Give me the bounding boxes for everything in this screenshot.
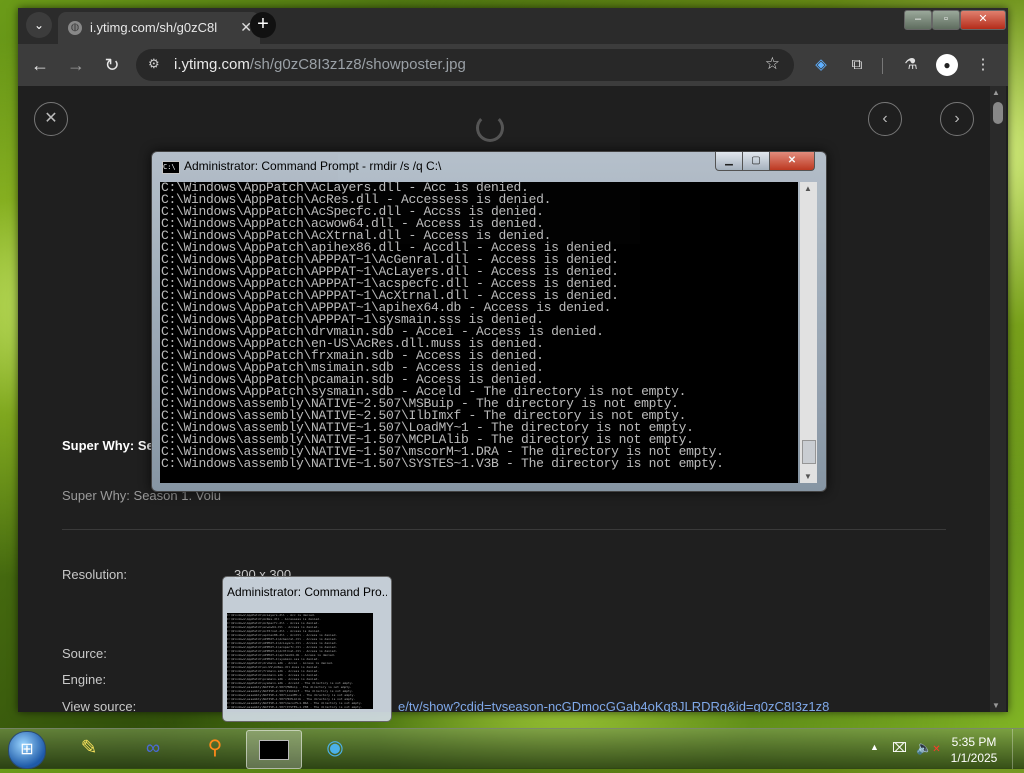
divider bbox=[62, 529, 946, 530]
forward-arrow-icon[interactable]: → bbox=[64, 53, 88, 77]
toolbar-separator bbox=[882, 58, 883, 74]
scroll-up-icon[interactable]: ▲ bbox=[804, 184, 812, 193]
view-source-link[interactable]: e/tv/show?cdid=tvseason-ncGDmocGGab4oKq8… bbox=[398, 699, 829, 712]
tab-search-chevron-icon[interactable]: ⌄ bbox=[26, 12, 52, 38]
cmd-close-button[interactable]: ✕ bbox=[769, 152, 815, 171]
cmd-scroll-thumb[interactable] bbox=[802, 440, 816, 464]
tab-title: i.ytimg.com/sh/g0zC8l bbox=[90, 20, 218, 35]
close-window-button[interactable]: ✕ bbox=[960, 10, 1006, 30]
show-desktop-button[interactable] bbox=[1012, 729, 1024, 769]
preview-thumbnail[interactable]: C:\Windows\AppPatch\AcLayers.dll - Acc i… bbox=[227, 613, 373, 709]
cmd-title: Administrator: Command Prompt - rmdir /s… bbox=[184, 159, 442, 173]
tray-overflow-arrow-icon[interactable]: ▲ bbox=[870, 742, 879, 752]
previous-chevron-icon[interactable]: ‹ bbox=[868, 102, 902, 136]
infinity-app-icon[interactable]: ∞ bbox=[126, 730, 180, 767]
loading-spinner-icon bbox=[476, 114, 504, 142]
browser-app-icon[interactable]: ◉ bbox=[308, 730, 362, 767]
profile-avatar-icon[interactable]: ● bbox=[936, 54, 958, 76]
resolution-label: Resolution: bbox=[62, 567, 128, 582]
engine-label: Engine: bbox=[62, 672, 107, 687]
new-tab-button[interactable]: + bbox=[250, 12, 276, 38]
taskbar: ⊞ ✎ ∞ ⚲ ◉ ▲ ⌧ 🔈✕ 5:35 PM 1/1/2025 bbox=[0, 728, 1024, 769]
scroll-down-icon[interactable]: ▼ bbox=[992, 701, 1000, 710]
browser-tab[interactable]: ◍ i.ytimg.com/sh/g0zC8l ✕ bbox=[58, 12, 260, 44]
maximize-button[interactable]: ▫ bbox=[932, 10, 960, 30]
cmd-console-output[interactable]: C:\Windows\AppPatch\AcLayers.dll - Acc i… bbox=[160, 182, 798, 483]
page-scrollbar[interactable]: ▲ ▼ bbox=[990, 86, 1006, 712]
cmd-icon[interactable]: C:\ bbox=[162, 161, 180, 174]
clock-time[interactable]: 5:35 PM bbox=[948, 735, 1000, 749]
notepad-app-icon[interactable]: ✎ bbox=[62, 730, 116, 767]
url-host: i.ytimg.com bbox=[174, 56, 250, 73]
cmd-minimize-button[interactable]: ▁ bbox=[715, 152, 743, 171]
windows-start-icon[interactable]: ⊞ bbox=[8, 731, 46, 769]
cmd-scrollbar[interactable]: ▲ ▼ bbox=[800, 182, 817, 483]
browser-toolbar: ← → ↻ ⚙ i.ytimg.com/sh/g0zC8I3z1z8/showp… bbox=[18, 44, 1008, 86]
volume-muted-icon[interactable]: 🔈✕ bbox=[916, 740, 941, 756]
address-bar[interactable]: ⚙ i.ytimg.com/sh/g0zC8I3z1z8/showposter.… bbox=[136, 49, 794, 81]
mute-x-icon: ✕ bbox=[932, 744, 941, 755]
network-icon[interactable]: ⌧ bbox=[892, 740, 907, 756]
cmd-maximize-button[interactable]: ▢ bbox=[742, 152, 770, 171]
url-text[interactable]: i.ytimg.com/sh/g0zC8I3z1z8/showposter.jp… bbox=[174, 56, 466, 73]
site-info-icon[interactable]: ⚙ bbox=[148, 56, 160, 72]
globe-icon: ◍ bbox=[68, 21, 82, 35]
next-chevron-icon[interactable]: › bbox=[940, 102, 974, 136]
taskbar-thumbnail-preview[interactable]: Administrator: Command Pro... C:\Windows… bbox=[222, 576, 392, 722]
clock-date[interactable]: 1/1/2025 bbox=[948, 751, 1000, 765]
scroll-down-icon[interactable]: ▼ bbox=[804, 472, 812, 481]
back-arrow-icon[interactable]: ← bbox=[28, 53, 52, 77]
url-path: /sh/g0zC8I3z1z8/showposter.jpg bbox=[249, 56, 466, 73]
scroll-thumb[interactable] bbox=[993, 102, 1003, 124]
labs-flask-icon[interactable]: ⚗ bbox=[900, 54, 922, 76]
scroll-up-icon[interactable]: ▲ bbox=[992, 88, 1000, 97]
tab-strip: ⌄ ◍ i.ytimg.com/sh/g0zC8l ✕ + – ▫ ✕ bbox=[18, 8, 1008, 44]
console-text: C:\Windows\AppPatch\AcLayers.dll - Acc i… bbox=[161, 182, 724, 471]
bookmark-star-icon[interactable]: ☆ bbox=[765, 54, 780, 74]
view-source-label: View source: bbox=[62, 699, 137, 712]
preview-title: Administrator: Command Pro... bbox=[227, 585, 387, 599]
cmd-mini-icon bbox=[259, 740, 289, 760]
kebab-menu-icon[interactable]: ⋮ bbox=[972, 54, 994, 76]
extension-icon[interactable]: ◈ bbox=[810, 54, 832, 76]
viewer-close-icon[interactable]: ✕ bbox=[34, 102, 68, 136]
command-prompt-app-icon[interactable] bbox=[246, 730, 302, 769]
reload-icon[interactable]: ↻ bbox=[100, 53, 124, 77]
source-label: Source: bbox=[62, 646, 107, 661]
preview-console-text: C:\Windows\AppPatch\AcLayers.dll - Acc i… bbox=[227, 613, 363, 709]
command-prompt-window[interactable]: C:\ Administrator: Command Prompt - rmdi… bbox=[151, 151, 827, 492]
puzzle-extensions-icon[interactable]: ⧉ bbox=[846, 54, 868, 76]
search-magnifier-app-icon[interactable]: ⚲ bbox=[188, 730, 242, 767]
minimize-button[interactable]: – bbox=[904, 10, 932, 30]
